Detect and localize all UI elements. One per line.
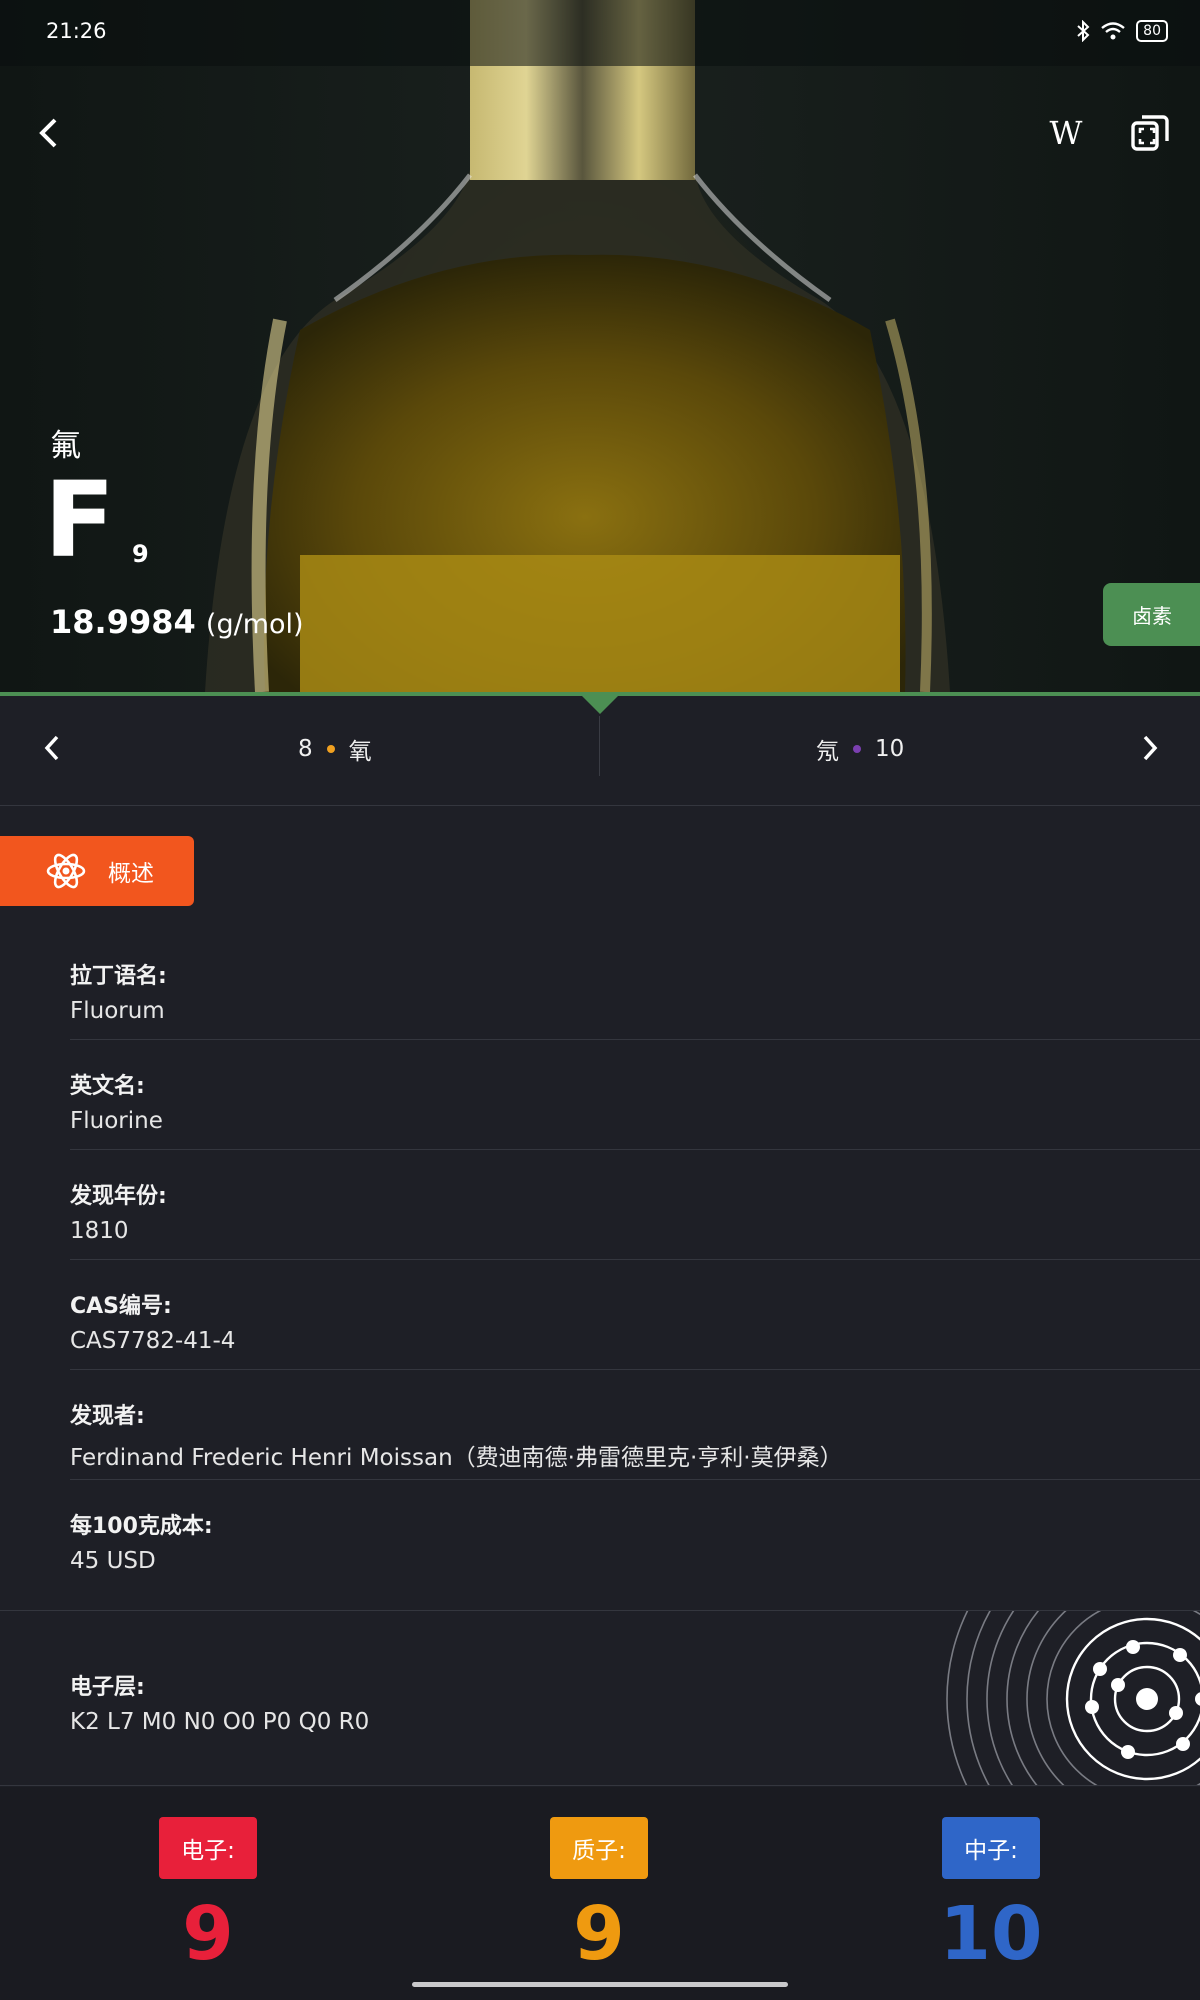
next-element-dot <box>853 745 861 753</box>
info-value: Fluorine <box>70 1108 163 1134</box>
shells-label: 电子层: <box>70 1675 145 1700</box>
home-indicator[interactable] <box>412 1982 788 1987</box>
chevron-right-icon <box>1143 735 1158 761</box>
neutrons-badge: 中子: <box>942 1817 1040 1879</box>
wifi-icon <box>1101 22 1125 40</box>
protons-count: 9 <box>573 1891 625 1977</box>
particle-counts: 电子: 9 质子: 9 中子: 10 <box>0 1787 1200 2000</box>
battery-indicator: 80 <box>1136 20 1168 42</box>
neutrons-count-block: 中子: 10 <box>871 1817 1111 1971</box>
electrons-badge: 电子: <box>159 1817 257 1879</box>
status-icons: 80 <box>1076 20 1168 42</box>
bluetooth-icon <box>1077 20 1090 42</box>
status-bar: 21:26 80 <box>0 0 1200 66</box>
protons-count-block: 质子: 9 <box>479 1817 719 1971</box>
info-row-latin-name: 拉丁语名: Fluorum <box>70 930 1200 1040</box>
info-label: 发现年份: <box>70 1184 167 1209</box>
info-value: Fluorum <box>70 998 165 1024</box>
info-value: Ferdinand Frederic Henri Moissan（费迪南德·弗雷… <box>70 1445 843 1471</box>
copy-icon <box>1131 115 1169 151</box>
next-element-link[interactable]: 氖 10 <box>816 732 904 766</box>
element-navigation: 8 氧 氖 10 <box>0 696 1200 806</box>
shells-value: K2 L7 M0 N0 O0 P0 Q0 R0 <box>70 1709 370 1735</box>
tab-overview-label: 概述 <box>108 861 154 887</box>
electron-shells: 电子层: K2 L7 M0 N0 O0 P0 Q0 R0 <box>70 1669 369 1735</box>
bottle-photo <box>205 0 950 692</box>
chevron-left-icon <box>39 118 57 148</box>
info-row-discoverer: 发现者: Ferdinand Frederic Henri Moissan（费迪… <box>70 1370 1200 1480</box>
atom-icon <box>46 853 86 889</box>
protons-badge: 质子: <box>550 1817 648 1879</box>
atomic-mass-value: 18.9984 <box>50 603 196 641</box>
next-element-number: 10 <box>875 736 905 762</box>
back-button[interactable] <box>20 105 76 161</box>
electrons-count-block: 电子: 9 <box>88 1817 328 1971</box>
element-info-list: 拉丁语名: Fluorum 英文名: Fluorine 发现年份: 1810 C… <box>0 930 1200 1590</box>
category-badge[interactable]: 卤素 <box>1103 583 1200 646</box>
info-row-english-name: 英文名: Fluorine <box>70 1040 1200 1150</box>
previous-element-button[interactable] <box>30 726 74 770</box>
info-row-cas-number: CAS编号: CAS7782-41-4 <box>70 1260 1200 1370</box>
info-label: 每100克成本: <box>70 1514 213 1539</box>
info-value: 45 USD <box>70 1548 156 1574</box>
tab-overview[interactable]: 概述 <box>0 836 194 906</box>
previous-element-link[interactable]: 8 氧 <box>298 732 372 766</box>
nav-divider <box>599 716 600 776</box>
electron-shells-section: 电子层: K2 L7 M0 N0 O0 P0 Q0 R0 <box>0 1610 1200 1786</box>
previous-element-name: 氧 <box>348 739 372 765</box>
info-value: 1810 <box>70 1218 129 1244</box>
info-label: 英文名: <box>70 1074 145 1099</box>
wikipedia-button[interactable]: W <box>1038 105 1094 161</box>
chevron-left-icon <box>44 735 59 761</box>
info-value: CAS7782-41-4 <box>70 1328 236 1354</box>
info-row-discovery-year: 发现年份: 1810 <box>70 1150 1200 1260</box>
next-element-name: 氖 <box>816 739 839 765</box>
info-row-cost: 每100克成本: 45 USD <box>70 1480 1200 1590</box>
element-symbol: F <box>44 459 116 581</box>
info-label: CAS编号: <box>70 1294 172 1319</box>
copy-button[interactable] <box>1122 105 1178 161</box>
electrons-count: 9 <box>182 1891 234 1977</box>
previous-element-number: 8 <box>298 736 313 762</box>
info-label: 拉丁语名: <box>70 964 167 989</box>
atomic-mass: 18.9984 (g/mol) <box>50 603 304 641</box>
status-time: 21:26 <box>46 19 107 43</box>
next-element-button[interactable] <box>1128 726 1172 770</box>
element-hero-image <box>0 0 1200 692</box>
info-label: 发现者: <box>70 1404 145 1429</box>
neutrons-count: 10 <box>939 1891 1043 1977</box>
bohr-model-icon <box>946 1611 1200 1785</box>
previous-element-dot <box>326 745 335 753</box>
atomic-number: 9 <box>132 540 149 568</box>
atomic-mass-unit: (g/mol) <box>205 609 304 640</box>
